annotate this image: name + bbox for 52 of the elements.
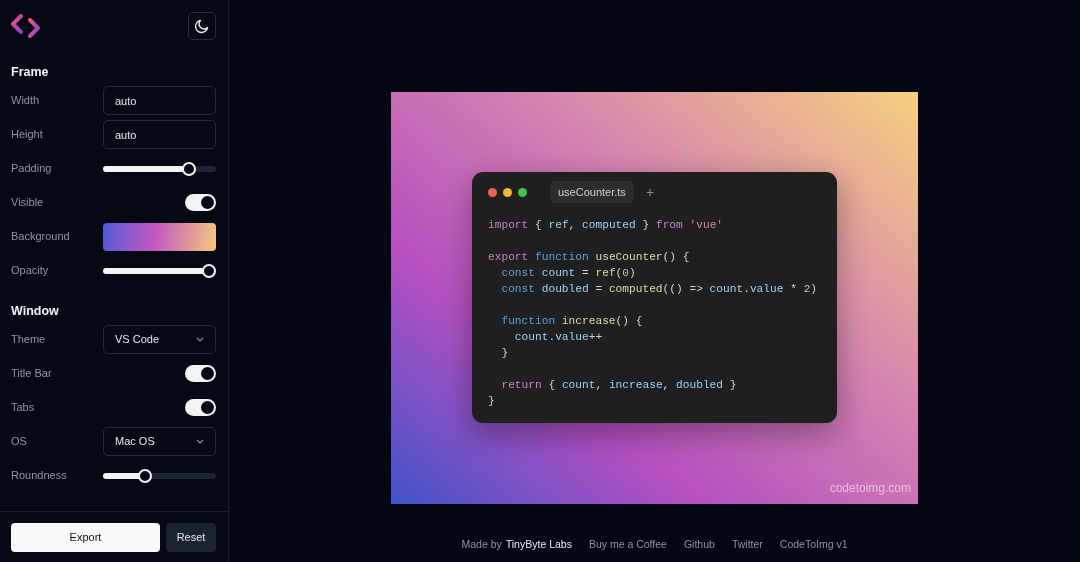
logo-icon bbox=[11, 13, 41, 39]
footer-link[interactable]: Github bbox=[683, 537, 715, 553]
field-label: Theme bbox=[11, 332, 46, 348]
code-line: function increase() { bbox=[500, 315, 643, 327]
slider-thumb[interactable] bbox=[182, 161, 197, 176]
footer-link[interactable]: Twitter bbox=[731, 537, 763, 553]
slider-thumb[interactable] bbox=[137, 468, 152, 483]
reset-button[interactable]: Reset bbox=[166, 522, 216, 552]
code-line: } bbox=[488, 395, 495, 407]
slider-thumb[interactable] bbox=[202, 263, 216, 278]
field-label: Title Bar bbox=[11, 366, 52, 382]
theme-toggle-button[interactable] bbox=[188, 12, 216, 40]
field-label: Height bbox=[11, 127, 43, 143]
code-line: const count = ref(0) bbox=[500, 267, 636, 279]
toggle-switch[interactable] bbox=[185, 399, 216, 416]
moon-icon bbox=[194, 18, 210, 34]
chevron-down-icon bbox=[196, 337, 204, 342]
section-heading: Frame bbox=[11, 64, 50, 81]
code-line: export function useCounter() { bbox=[488, 251, 690, 263]
credit-text: Made by bbox=[461, 537, 502, 552]
export-button[interactable]: Export bbox=[11, 522, 160, 552]
toggle-switch[interactable] bbox=[185, 194, 216, 211]
field-label: Width bbox=[11, 93, 40, 109]
minimize-dot[interactable] bbox=[503, 187, 512, 197]
code-line: return { count, increase, doubled } bbox=[500, 379, 737, 391]
code-line: count.value++ bbox=[513, 331, 603, 343]
field-label: Padding bbox=[11, 161, 52, 177]
footer-link[interactable]: TinyByte Labs bbox=[505, 537, 572, 553]
footer-link[interactable]: Buy me a Coffee bbox=[588, 537, 667, 553]
select-field[interactable]: Mac OS bbox=[103, 427, 216, 456]
section-heading: Window bbox=[11, 303, 60, 320]
field-label: Opacity bbox=[11, 263, 49, 279]
gradient-swatch[interactable] bbox=[103, 222, 216, 251]
code-line: import { ref, computed } from 'vue' bbox=[488, 219, 724, 231]
watermark-text: codetoimg.com bbox=[829, 480, 911, 497]
add-tab-button[interactable]: + bbox=[645, 185, 655, 199]
field-label: Tabs bbox=[11, 400, 35, 416]
field-label: Background bbox=[11, 229, 70, 245]
footer-link[interactable]: CodeToImg v1 bbox=[779, 537, 848, 553]
field-label: OS bbox=[11, 434, 27, 450]
field-label: Visible bbox=[11, 195, 44, 211]
text-input[interactable]: auto bbox=[103, 86, 216, 115]
code-line: const doubled = computed(() => count.value * 2) bbox=[500, 283, 818, 295]
file-tab[interactable]: useCounter.ts bbox=[550, 181, 634, 203]
toggle-switch[interactable] bbox=[185, 365, 216, 382]
code-line: } bbox=[500, 347, 509, 359]
chevron-down-icon bbox=[196, 439, 204, 444]
field-label: Roundness bbox=[11, 468, 67, 484]
close-dot[interactable] bbox=[488, 187, 497, 197]
text-input[interactable]: auto bbox=[103, 120, 216, 149]
maximize-dot[interactable] bbox=[518, 187, 527, 197]
select-field[interactable]: VS Code bbox=[103, 325, 216, 354]
